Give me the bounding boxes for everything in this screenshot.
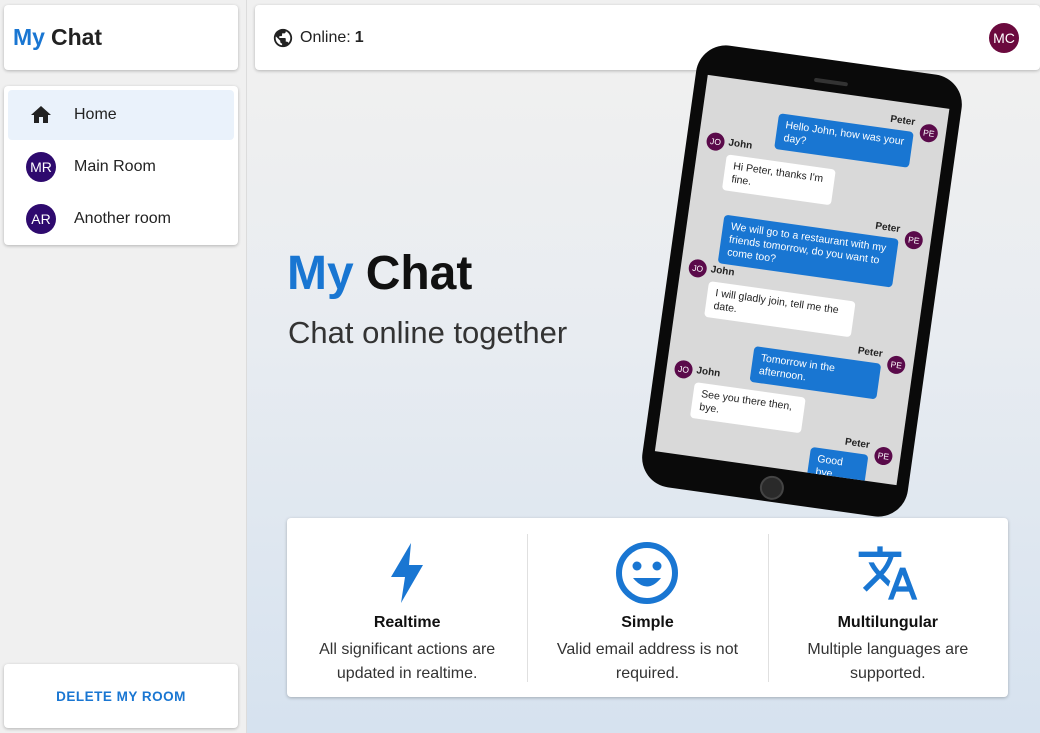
hero-title: My Chat bbox=[287, 245, 472, 303]
room-avatar-wrap: MR bbox=[26, 152, 56, 182]
sidebar-item-main-room[interactable]: MR Main Room bbox=[8, 142, 234, 192]
feature-description: Multiple languages are supported. bbox=[807, 641, 969, 682]
hero-title-my: My bbox=[287, 247, 354, 300]
feature-title: Multilungular bbox=[837, 614, 939, 631]
feature-title: Realtime bbox=[373, 614, 441, 631]
feature-realtime: Realtime All significant actions are upd… bbox=[287, 518, 527, 697]
room-avatar: AR bbox=[26, 204, 56, 234]
brand-word-my: My bbox=[13, 24, 45, 50]
delete-room-card: DELETE MY ROOM bbox=[4, 664, 238, 728]
hero-subtitle: Chat online together bbox=[288, 315, 568, 350]
feature-description: All significant actions are updated in r… bbox=[319, 641, 496, 682]
sidebar-item-home[interactable]: Home bbox=[8, 90, 234, 140]
user-avatar[interactable]: MC bbox=[989, 23, 1019, 53]
features-card: Realtime All significant actions are upd… bbox=[287, 518, 1008, 697]
lightning-icon bbox=[387, 540, 427, 606]
room-avatar-wrap: AR bbox=[26, 204, 56, 234]
feature-description: Valid email address is not required. bbox=[556, 641, 739, 682]
globe-icon bbox=[272, 27, 294, 49]
brand-word-chat: Chat bbox=[50, 24, 103, 50]
room-nav: Home MR Main Room AR Another room bbox=[4, 86, 238, 245]
sidebar-item-label: Main Room bbox=[74, 158, 156, 175]
delete-my-room-button[interactable]: DELETE MY ROOM bbox=[56, 689, 186, 704]
feature-title: Simple bbox=[621, 614, 674, 631]
sidebar-item-label: Another room bbox=[74, 210, 171, 227]
smiley-icon bbox=[615, 540, 679, 606]
room-avatar: MR bbox=[26, 152, 56, 182]
translate-icon bbox=[853, 540, 923, 606]
feature-simple: Simple Valid email address is not requir… bbox=[527, 518, 767, 697]
hero-title-chat: Chat bbox=[365, 247, 473, 300]
feature-multilingual: Multilungular Multiple languages are sup… bbox=[767, 518, 1008, 697]
online-count: 1 bbox=[354, 28, 364, 46]
online-label: Online: bbox=[300, 28, 351, 46]
sidebar-item-label: Home bbox=[74, 106, 117, 123]
brand-card: My Chat bbox=[4, 5, 238, 70]
home-icon bbox=[26, 100, 56, 130]
sidebar-item-another-room[interactable]: AR Another room bbox=[8, 194, 234, 244]
top-bar: Online: 1 MC bbox=[255, 5, 1040, 70]
